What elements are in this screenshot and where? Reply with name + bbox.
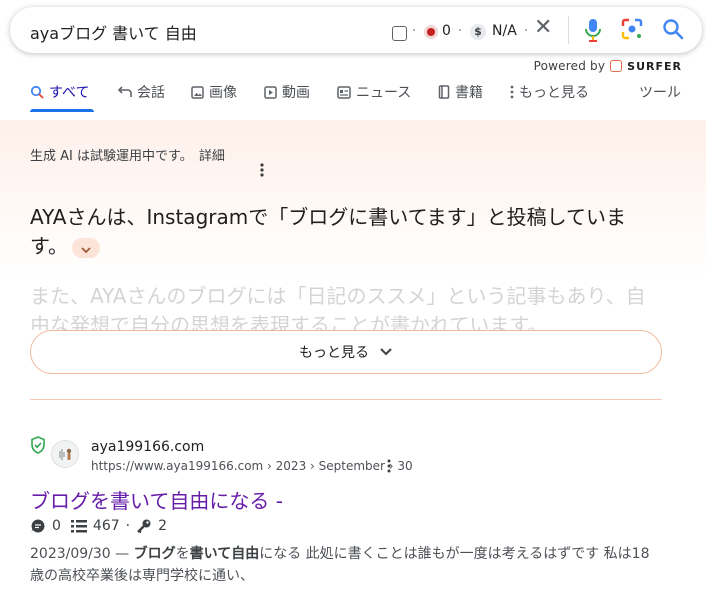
tab-more[interactable]: もっと見る — [510, 82, 589, 102]
tab-label: ツール — [639, 85, 681, 101]
active-tab-indicator — [30, 109, 94, 112]
word-count: 467 — [92, 518, 120, 534]
snippet-highlight: 書いて自由 — [189, 546, 260, 562]
tab-label: すべて — [49, 85, 90, 101]
tab-tools[interactable]: ツール — [639, 82, 681, 102]
clear-icon[interactable]: ✕ — [534, 15, 552, 40]
tab-label: もっと見る — [519, 85, 589, 101]
play-icon — [264, 85, 277, 99]
reply-icon — [118, 86, 132, 97]
chevron-down-icon[interactable] — [72, 237, 100, 258]
snippet-highlight: ブログ — [133, 546, 176, 562]
tab-label: 画像 — [209, 85, 237, 101]
image-icon — [191, 85, 204, 99]
key-icon — [137, 519, 151, 534]
value-na: N/A — [492, 23, 517, 39]
comment-icon — [31, 519, 45, 533]
counter-value: 0 — [442, 23, 451, 39]
key-count: 2 — [158, 518, 168, 534]
separator-dot: · — [125, 518, 131, 534]
microphone-icon[interactable] — [583, 17, 603, 43]
google-lens-icon[interactable] — [620, 17, 644, 41]
comment-count: 0 — [52, 518, 61, 534]
search-input[interactable]: ayaブログ 書いて 自由 — [30, 20, 197, 44]
result-site-name[interactable]: aya199166.com — [91, 439, 204, 455]
tab-news[interactable]: ニュース — [337, 82, 411, 102]
show-more-label: もっと見る — [299, 345, 369, 361]
separator-dot: · — [524, 24, 529, 39]
tab-label: 動画 — [282, 85, 310, 101]
dollar-icon: $ — [470, 24, 486, 40]
checkbox[interactable] — [392, 26, 407, 41]
more-vert-icon[interactable] — [386, 458, 392, 474]
word-count-icon — [70, 520, 87, 533]
snippet-text: を — [175, 546, 190, 562]
shield-check-icon — [31, 436, 45, 454]
chevron-down-icon — [380, 348, 392, 356]
powered-by-label: Powered by — [533, 59, 606, 73]
surfer-logo-icon — [610, 60, 623, 72]
record-dot-icon — [424, 25, 438, 39]
news-icon — [337, 85, 351, 99]
tab-label: ニュース — [356, 85, 412, 101]
more-vert-icon[interactable] — [255, 160, 269, 180]
tab-conversations[interactable]: 会話 — [118, 82, 165, 102]
result-title-link[interactable]: ブログを書いて自由になる - — [30, 485, 283, 514]
tab-books[interactable]: 書籍 — [438, 82, 483, 102]
tab-videos[interactable]: 動画 — [264, 82, 310, 102]
tab-label: 書籍 — [455, 85, 483, 101]
search-bar[interactable]: ayaブログ 書いて 自由 · 0 · $ N/A · ✕ — [10, 7, 702, 53]
book-icon — [438, 85, 450, 99]
surfer-brand: SURFER — [627, 59, 682, 73]
site-favicon[interactable] — [51, 440, 79, 468]
separator-dot: · — [458, 24, 463, 39]
divider — [30, 399, 662, 400]
search-icon — [30, 85, 44, 99]
search-icon[interactable] — [661, 17, 685, 41]
ai-overview-main: AYAさんは、Instagramで「ブログに書いてます」と投稿していま す。 — [30, 205, 627, 258]
tab-all[interactable]: すべて — [30, 82, 89, 102]
ai-disclaimer: 生成 AI は試験運用中です。 詳細 — [30, 145, 225, 164]
result-stats: 0 467 · 2 — [30, 518, 167, 534]
snippet-date: 2023/09/30 — — [30, 546, 130, 562]
separator-dot: · — [412, 24, 417, 39]
more-vert-icon — [510, 85, 514, 99]
result-url[interactable]: https://www.aya199166.com › 2023 › Septe… — [91, 459, 413, 473]
divider — [568, 16, 569, 44]
powered-by-surfer[interactable]: Powered by SURFER — [534, 59, 682, 73]
show-more-button[interactable]: もっと見る — [30, 330, 662, 374]
ai-details-link[interactable]: 詳細 — [199, 149, 225, 164]
search-tabs: すべて 会話 画像 動画 ニュース 書籍 もっと見る ツール — [30, 82, 690, 112]
tab-label: 会話 — [137, 85, 165, 101]
ai-disclaimer-text: 生成 AI は試験運用中です。 — [30, 149, 193, 164]
ai-overview-text: AYAさんは、Instagramで「ブログに書いてます」と投稿していま す。 — [30, 203, 630, 261]
tab-images[interactable]: 画像 — [191, 82, 237, 102]
result-snippet: 2023/09/30 — ブログを書いて自由になる 此処に書くことは誰もが一度は… — [30, 543, 650, 587]
ai-overview-faded-text: また、AYAさんのブログには「日記のススメ」という記事もあり、自由な発想で自分の… — [30, 284, 646, 330]
